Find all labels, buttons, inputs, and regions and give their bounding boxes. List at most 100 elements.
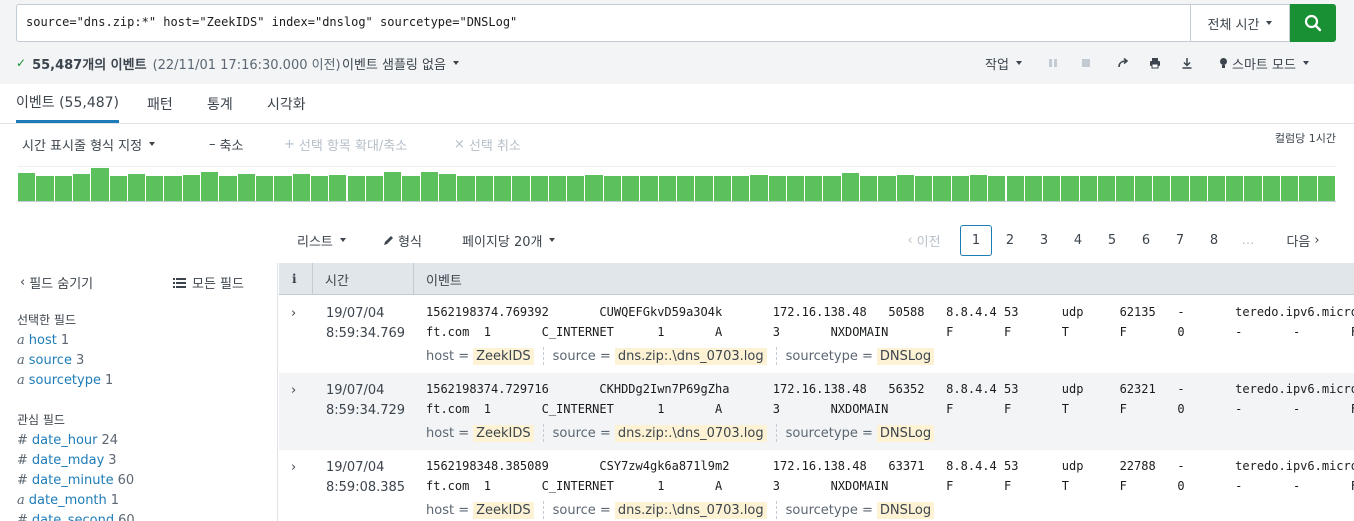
sampling-dropdown[interactable]: 이벤트 샘플링 없음 [342, 52, 459, 74]
timeline-chart[interactable] [18, 166, 1336, 202]
format-button[interactable]: 형식 [383, 230, 422, 250]
timeline-bar[interactable] [1207, 175, 1227, 201]
field-date-month[interactable]: a date_month 1 [17, 493, 119, 508]
timeline-bar[interactable] [860, 175, 879, 201]
timeline-bar[interactable] [91, 168, 110, 201]
zoom-out-button[interactable]: – 축소 [209, 134, 243, 154]
timeline-bar[interactable] [36, 175, 55, 201]
stop-button[interactable] [1081, 52, 1091, 74]
event-column-header[interactable]: 이벤트 [426, 263, 462, 295]
timeline-bar[interactable] [1043, 175, 1062, 201]
print-button[interactable] [1149, 52, 1161, 74]
meta-value-source[interactable]: dns.zip:.\dns_0703.log [614, 347, 767, 365]
timeline-bar[interactable] [18, 173, 37, 201]
timeline-bar[interactable] [219, 175, 238, 201]
timeline-bar[interactable] [439, 173, 458, 201]
page-6[interactable]: 6 [1136, 225, 1156, 256]
zoom-selection-button[interactable]: + 선택 항목 확대/축소 [284, 134, 407, 154]
search-button[interactable] [1290, 4, 1336, 42]
prev-page-button[interactable]: ‹ 이전 [901, 225, 947, 256]
tab-statistics[interactable]: 통계 [207, 84, 233, 124]
meta-value-sourcetype[interactable]: DNSLog [876, 424, 935, 442]
timeline-bar[interactable] [530, 175, 549, 201]
timeline-bar[interactable] [969, 174, 989, 201]
timeline-bar[interactable] [1244, 175, 1263, 201]
timeline-bar[interactable] [347, 175, 366, 201]
timeline-bar[interactable] [896, 174, 915, 201]
timeline-bar[interactable] [1189, 175, 1208, 201]
meta-value-source[interactable]: dns.zip:.\dns_0703.log [614, 424, 767, 442]
meta-value-host[interactable]: ZeekIDS [473, 424, 534, 442]
time-range-picker[interactable]: 전체 시간 [1190, 4, 1290, 42]
timeline-bar[interactable] [1299, 175, 1318, 201]
timeline-bar[interactable] [1171, 175, 1190, 201]
timeline-bar[interactable] [585, 174, 604, 201]
search-input[interactable]: source="dns.zip:*" host="ZeekIDS" index=… [16, 4, 1191, 42]
timeline-bar[interactable] [713, 175, 732, 201]
field-date-mday[interactable]: # date_mday 3 [17, 453, 117, 468]
info-column-header[interactable]: i [292, 263, 297, 295]
timeline-bar[interactable] [1317, 175, 1336, 201]
timeline-bar[interactable] [365, 175, 385, 201]
timeline-bar[interactable] [457, 175, 476, 201]
timeline-bar[interactable] [292, 173, 311, 201]
share-button[interactable] [1117, 52, 1129, 74]
timeline-bar[interactable] [878, 175, 897, 201]
timeline-bar[interactable] [1024, 175, 1044, 201]
timeline-bar[interactable] [109, 175, 128, 201]
timeline-bar[interactable] [1006, 175, 1025, 201]
hide-fields-button[interactable]: ‹ 필드 숨기기 [20, 273, 93, 292]
all-fields-button[interactable]: 모든 필드 [173, 273, 244, 292]
timeline-bar[interactable] [402, 175, 421, 201]
page-7[interactable]: 7 [1170, 225, 1190, 256]
meta-value-sourcetype[interactable]: DNSLog [876, 501, 935, 519]
page-2[interactable]: 2 [1000, 225, 1020, 256]
meta-value-source[interactable]: dns.zip:.\dns_0703.log [614, 501, 767, 519]
timeline-bar[interactable] [933, 175, 952, 201]
timeline-bar[interactable] [54, 175, 73, 201]
timeline-bar[interactable] [548, 175, 568, 201]
timeline-bar[interactable] [768, 175, 787, 201]
timeline-bar[interactable] [493, 175, 513, 201]
field-source[interactable]: a source 3 [17, 353, 84, 368]
timeline-bar[interactable] [677, 175, 696, 201]
field-host[interactable]: a host 1 [17, 333, 69, 348]
field-date-second[interactable]: # date_second 60 [17, 513, 135, 521]
next-page-button[interactable]: 다음 › [1280, 225, 1326, 256]
timeline-bar[interactable] [1281, 175, 1300, 201]
chevron-right-icon[interactable]: › [291, 383, 296, 398]
timeline-bar[interactable] [786, 175, 806, 201]
timeline-bar[interactable] [146, 175, 165, 201]
time-column-header[interactable]: 시간 [325, 263, 349, 295]
tab-patterns[interactable]: 패턴 [147, 84, 173, 124]
field-date-minute[interactable]: # date_minute 60 [17, 473, 134, 488]
chevron-right-icon[interactable]: › [291, 460, 296, 475]
timeline-bar[interactable] [182, 174, 202, 201]
timeline-bar[interactable] [1134, 175, 1153, 201]
timeline-bar[interactable] [988, 175, 1007, 201]
timeline-bar[interactable] [841, 173, 861, 201]
timeline-bar[interactable] [310, 175, 330, 201]
tab-visualization[interactable]: 시각화 [267, 84, 306, 124]
field-sourcetype[interactable]: a sourcetype 1 [17, 373, 113, 388]
timeline-bar[interactable] [201, 172, 220, 201]
search-mode-dropdown[interactable]: 스마트 모드 [1219, 52, 1309, 74]
meta-value-sourcetype[interactable]: DNSLog [876, 347, 935, 365]
timeline-bar[interactable] [640, 175, 659, 201]
timeline-bar[interactable] [823, 175, 842, 201]
chevron-right-icon[interactable]: › [291, 306, 296, 321]
timeline-bar[interactable] [512, 175, 531, 201]
timeline-bar[interactable] [658, 175, 677, 201]
export-button[interactable] [1181, 52, 1193, 74]
timeline-bar[interactable] [420, 172, 440, 201]
page-8[interactable]: 8 [1204, 225, 1224, 256]
page-3[interactable]: 3 [1034, 225, 1054, 256]
timeline-bar[interactable] [731, 175, 751, 201]
timeline-bar[interactable] [1098, 175, 1117, 201]
timeline-bar[interactable] [384, 172, 403, 201]
field-date-hour[interactable]: # date_hour 24 [17, 433, 118, 448]
timeline-bar[interactable] [805, 175, 824, 201]
timeline-bar[interactable] [164, 175, 183, 201]
tab-events[interactable]: 이벤트 (55,487) [16, 84, 120, 123]
timeline-bar[interactable] [237, 173, 256, 201]
